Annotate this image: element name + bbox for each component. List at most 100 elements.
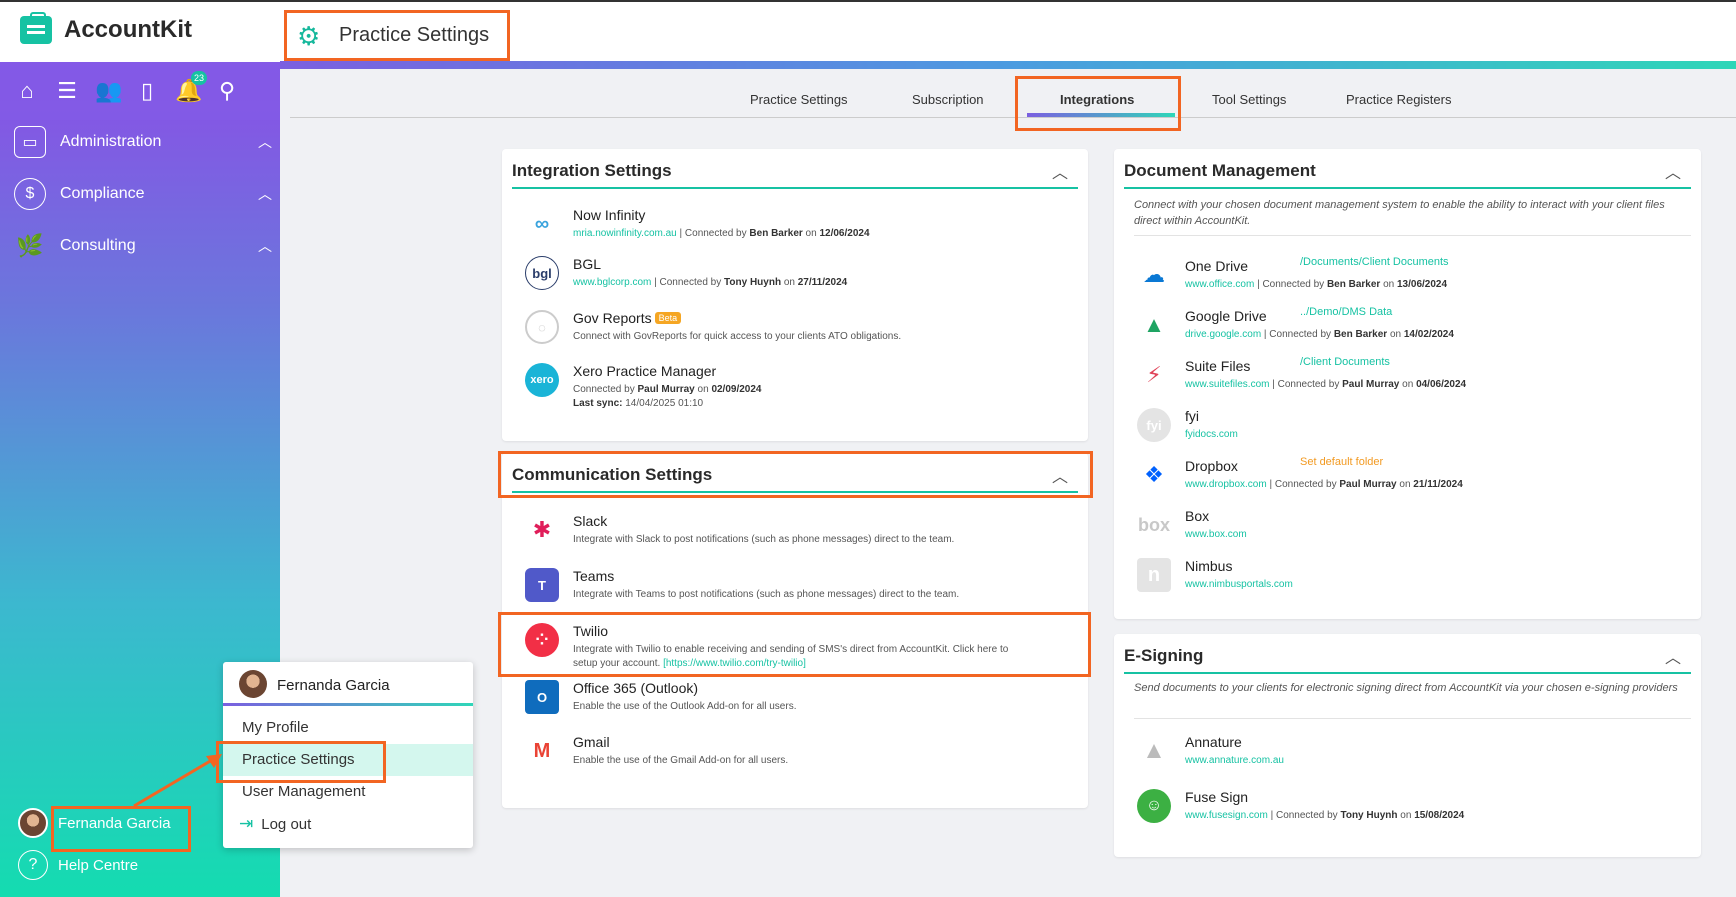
dms-set-folder-link[interactable]: Set default folder	[1300, 456, 1383, 468]
integration-name: Now Infinity	[573, 207, 646, 223]
integration-desc: Enable the use of the Gmail Add-on for a…	[573, 755, 789, 766]
dms-path[interactable]: /Documents/Client Documents	[1300, 256, 1449, 268]
connected-date: 04/06/2024	[1416, 379, 1467, 390]
connected-date: 27/11/2024	[797, 277, 848, 288]
integration-meta: drive.google.com | Connected by Ben Bark…	[1185, 328, 1454, 342]
card-header: E-Signing ︿	[1124, 634, 1691, 674]
bell-icon[interactable]: 🔔 23	[175, 71, 207, 103]
connected-user: Paul Murray	[1342, 379, 1400, 390]
integration-link[interactable]: www.suitefiles.com	[1185, 379, 1269, 390]
integration-meta: www.office.com | Connected by Ben Barker…	[1185, 278, 1447, 292]
integration-link[interactable]: www.nimbusportals.com	[1185, 579, 1293, 590]
sidebar-item-label: Administration	[60, 133, 162, 150]
fuse-sign-logo-icon: ☺	[1137, 789, 1171, 823]
meta-text: | Connected by	[676, 228, 750, 239]
connected-user: Ben Barker	[1326, 279, 1381, 290]
integration-link[interactable]: www.box.com	[1185, 529, 1247, 540]
meta-text: | Connected by	[1261, 329, 1334, 340]
integration-desc: Enable the use of the Outlook Add-on for…	[573, 701, 797, 712]
card-description: Connect with your chosen document manage…	[1134, 199, 1665, 227]
meta-text: on	[1399, 379, 1417, 390]
menu-item-my-profile[interactable]: My Profile	[223, 712, 473, 744]
tab-highlight-box	[1015, 76, 1181, 131]
onedrive-logo-icon: ☁	[1137, 258, 1171, 292]
help-icon: ?	[18, 850, 48, 880]
integration-name: Xero Practice Manager	[573, 363, 717, 379]
help-centre-label: Help Centre	[58, 856, 139, 874]
dms-path[interactable]: /Client Documents	[1300, 356, 1390, 368]
logout-icon: ⇥	[239, 814, 254, 833]
home-icon[interactable]: ⌂	[15, 79, 39, 103]
integration-name: Annature	[1185, 734, 1242, 750]
esigning-card: E-Signing ︿ Send documents to your clien…	[1114, 634, 1701, 857]
search-icon[interactable]: ⚲	[215, 79, 239, 103]
integration-name: Dropbox	[1185, 458, 1238, 474]
app-name: AccountKit	[64, 16, 192, 43]
meta-text: on	[1387, 329, 1404, 340]
card-description: Send documents to your clients for elect…	[1134, 682, 1678, 694]
integration-name: Gmail	[573, 734, 610, 750]
practice-settings-highlight	[216, 741, 386, 783]
gov-reports-logo-icon: ◌	[525, 310, 559, 344]
integration-name: Slack	[573, 513, 608, 529]
connected-date: 14/02/2024	[1403, 329, 1454, 340]
chevron-up-icon: ︿	[258, 134, 272, 150]
integration-link[interactable]: www.dropbox.com	[1185, 479, 1267, 490]
integration-link[interactable]: www.bglcorp.com	[573, 277, 651, 288]
integration-name: Office 365 (Outlook)	[573, 680, 699, 696]
card-title: Document Management	[1124, 161, 1316, 180]
sidebar-item-label: Consulting	[60, 237, 136, 254]
menu-item-log-out[interactable]: ⇥ Log out	[223, 808, 473, 840]
chevron-up-icon[interactable]: ︿	[1052, 159, 1068, 183]
integration-link[interactable]: www.office.com	[1185, 279, 1254, 290]
team-icon[interactable]: 👥	[95, 79, 122, 103]
connected-user: Paul Murray	[1339, 479, 1397, 490]
user-menu-divider	[223, 703, 473, 706]
tab-tool-settings[interactable]: Tool Settings	[1212, 92, 1286, 107]
meta-text: on	[802, 228, 820, 239]
dollar-icon: $	[14, 178, 46, 210]
logout-label: Log out	[261, 816, 312, 833]
dms-path[interactable]: ../Demo/DMS Data	[1300, 306, 1392, 318]
annature-logo-icon: ▲	[1137, 734, 1171, 768]
meta-text: | Connected by	[651, 277, 725, 288]
help-centre-link[interactable]: ? Help Centre	[18, 850, 138, 880]
annotation-arrow-icon	[133, 754, 222, 808]
sidebar-item-compliance[interactable]: $ Compliance ︿	[0, 174, 280, 214]
integration-meta: Connected by Paul Murray on 02/09/2024 La…	[573, 383, 762, 411]
integration-name: Nimbus	[1185, 558, 1233, 574]
book-icon[interactable]: ▯	[135, 79, 159, 103]
integration-link[interactable]: www.annature.com.au	[1185, 755, 1284, 766]
divider	[1134, 235, 1691, 236]
dropbox-logo-icon: ❖	[1137, 458, 1171, 492]
integration-meta: www.annature.com.au	[1185, 754, 1284, 768]
last-sync-value: 14/04/2025 01:10	[622, 398, 704, 409]
bgl-logo-icon: bgl	[525, 256, 559, 290]
list-icon[interactable]: ☰	[55, 79, 79, 103]
integration-link[interactable]: mria.nowinfinity.com.au	[573, 228, 677, 239]
last-sync-label: Last sync:	[573, 398, 623, 409]
meta-text: on	[1396, 479, 1414, 490]
fyi-logo-icon: fyi	[1137, 408, 1171, 442]
meta-text: on	[1380, 279, 1397, 290]
tab-practice-settings[interactable]: Practice Settings	[750, 92, 848, 107]
chevron-up-icon[interactable]: ︿	[1665, 159, 1681, 183]
integration-link[interactable]: drive.google.com	[1185, 329, 1261, 340]
integration-link[interactable]: www.fusesign.com	[1185, 810, 1268, 821]
tab-practice-registers[interactable]: Practice Registers	[1346, 92, 1451, 107]
chevron-up-icon: ︿	[258, 186, 272, 202]
header-gradient-bar	[280, 61, 1736, 69]
tab-subscription[interactable]: Subscription	[912, 92, 984, 107]
sidebar-item-administration[interactable]: ▭ Administration ︿	[0, 122, 280, 162]
integration-meta: fyidocs.com	[1185, 428, 1238, 442]
integration-meta: mria.nowinfinity.com.au | Connected by B…	[573, 227, 870, 241]
divider	[1134, 718, 1691, 719]
integration-meta: www.nimbusportals.com	[1185, 578, 1293, 592]
sidebar-item-consulting[interactable]: 🌿 Consulting ︿	[0, 226, 280, 266]
xero-logo-icon: xero	[525, 363, 559, 397]
document-management-card: Document Management ︿ Connect with your …	[1114, 149, 1701, 619]
outlook-logo-icon: O	[525, 680, 559, 714]
app-logo[interactable]: AccountKit	[20, 12, 192, 44]
chevron-up-icon[interactable]: ︿	[1665, 644, 1681, 668]
integration-link[interactable]: fyidocs.com	[1185, 429, 1238, 440]
